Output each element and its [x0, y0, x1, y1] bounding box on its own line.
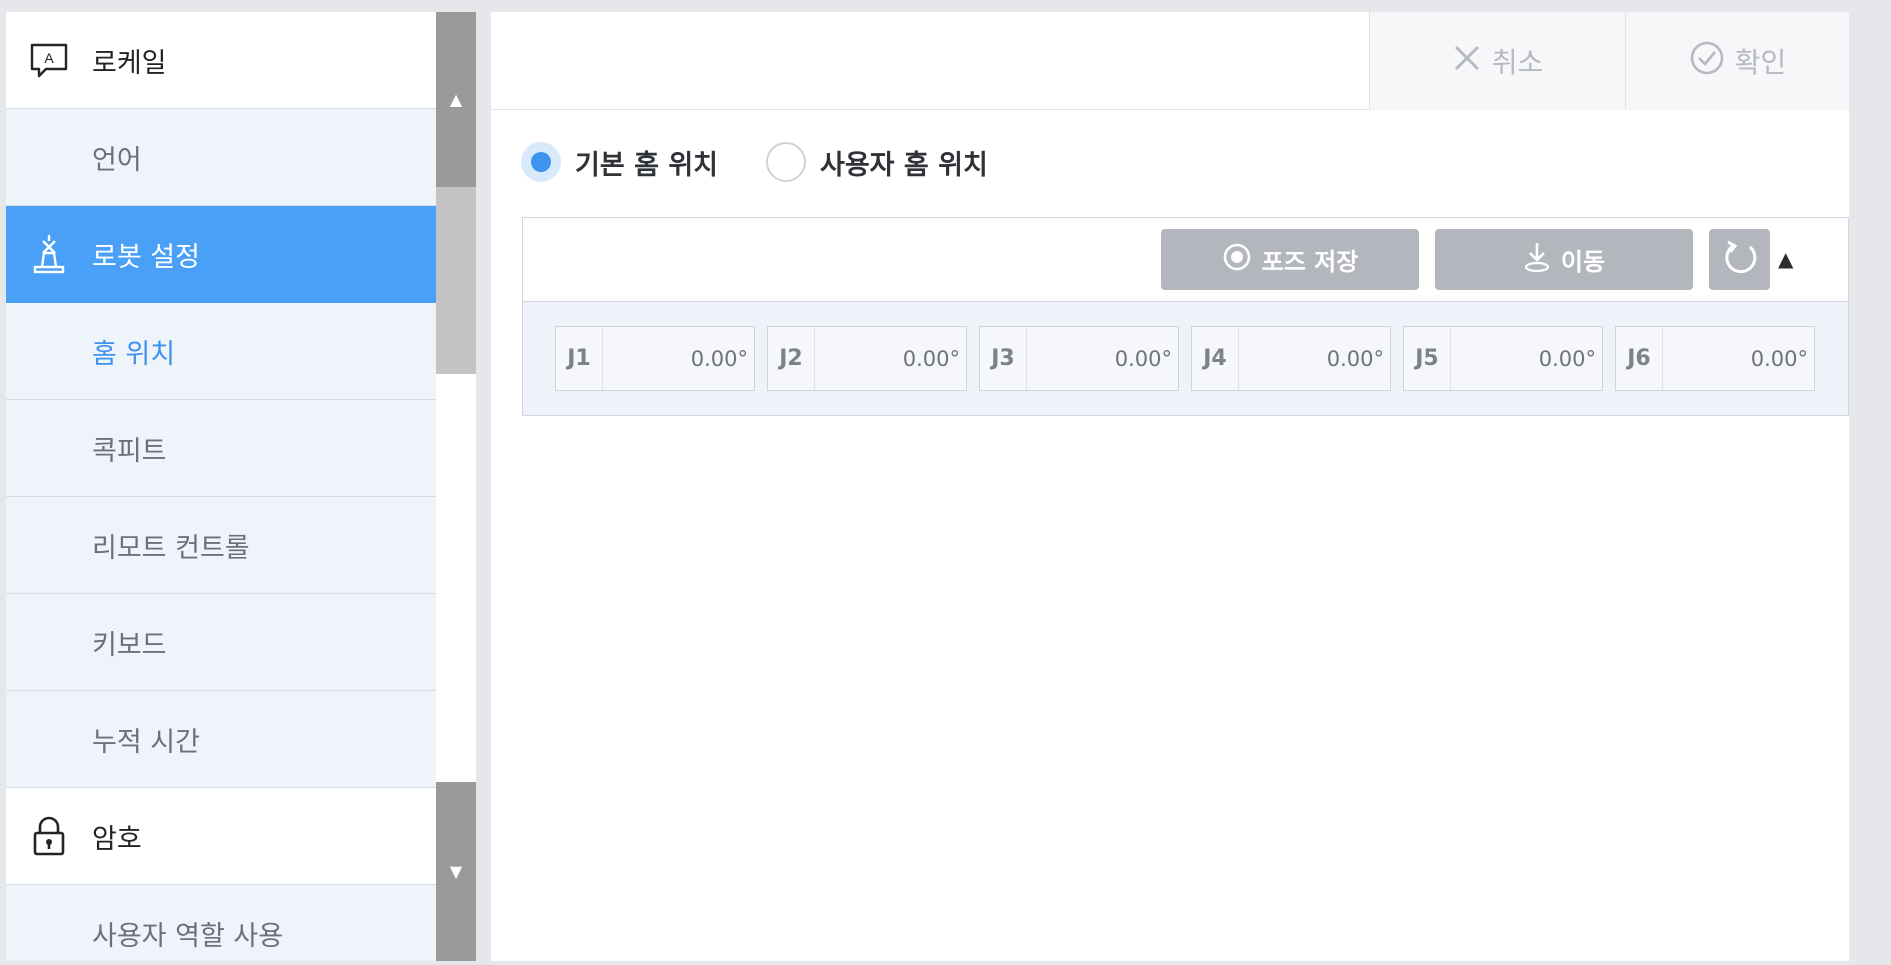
- sidebar-item-robot-settings[interactable]: 로봇 설정: [6, 206, 436, 303]
- joint-value: 0.00°: [1114, 346, 1172, 371]
- joint-field-j4: J4 0.00°: [1191, 326, 1391, 391]
- move-label: 이동: [1560, 248, 1606, 276]
- sidebar-item-label: 누적 시간: [92, 726, 200, 758]
- pose-panel: 포즈 저장 이동 ▲ J1 0.00° J2 0.00° J3 0.00° J4…: [522, 217, 1849, 416]
- scroll-up-button[interactable]: ▲: [436, 12, 476, 187]
- pose-toolbar: 포즈 저장 이동 ▲: [523, 218, 1848, 302]
- home-position-panel: 취소 확인 기본 홈 위치 사용자 홈 위치 포즈 저장 이동 ▲ J1 0.0…: [491, 12, 1849, 961]
- refresh-button[interactable]: [1709, 229, 1770, 290]
- sidebar-scrollbar[interactable]: ▲ ▼: [436, 12, 476, 961]
- radio-user-home[interactable]: 사용자 홈 위치: [766, 142, 988, 182]
- radio-selected-icon: [521, 142, 561, 182]
- refresh-icon: [1720, 237, 1760, 283]
- save-pose-button[interactable]: 포즈 저장: [1161, 229, 1419, 290]
- sidebar-item-label: 로봇 설정: [92, 241, 200, 273]
- check-circle-icon: [1689, 40, 1725, 83]
- sidebar-item-label: 키보드: [92, 629, 167, 661]
- sidebar-item-label: 언어: [92, 144, 142, 176]
- action-bar: 취소 확인: [491, 12, 1849, 110]
- joint-value: 0.00°: [902, 346, 960, 371]
- radio-unselected-icon: [766, 142, 806, 182]
- sidebar-item-keyboard[interactable]: 키보드: [6, 594, 436, 691]
- download-icon: [1523, 241, 1551, 279]
- sidebar-item-label: 콕피트: [92, 435, 167, 467]
- sidebar-item-label: 암호: [92, 823, 142, 855]
- scroll-down-button[interactable]: ▼: [436, 782, 476, 961]
- save-pose-label: 포즈 저장: [1261, 248, 1359, 276]
- joint-value: 0.00°: [1538, 346, 1596, 371]
- sidebar-item-language[interactable]: 언어: [6, 109, 436, 206]
- sidebar-item-remote-control[interactable]: 리모트 컨트롤: [6, 497, 436, 594]
- joint-label: J6: [1616, 327, 1663, 390]
- sidebar-item-locale[interactable]: A 로케일: [6, 12, 436, 109]
- sidebar-item-accumulated-time[interactable]: 누적 시간: [6, 691, 436, 788]
- svg-text:A: A: [44, 50, 54, 66]
- caret-up-icon[interactable]: ▲: [1778, 247, 1793, 271]
- joint-value: 0.00°: [690, 346, 748, 371]
- scroll-thumb[interactable]: [436, 187, 476, 374]
- joint-label: J5: [1404, 327, 1451, 390]
- sidebar-item-label: 리모트 컨트롤: [92, 532, 250, 564]
- radio-label: 사용자 홈 위치: [820, 149, 988, 181]
- confirm-label: 확인: [1734, 46, 1787, 79]
- caret-down-icon: ▼: [449, 862, 463, 881]
- sidebar-item-label: 사용자 역할 사용: [92, 920, 284, 952]
- sidebar-item-user-roles[interactable]: 사용자 역할 사용: [6, 885, 436, 961]
- caret-up-icon: ▲: [449, 90, 463, 109]
- home-position-options: 기본 홈 위치 사용자 홈 위치: [521, 142, 1036, 182]
- joint-field-j3: J3 0.00°: [979, 326, 1179, 391]
- joint-field-j2: J2 0.00°: [767, 326, 967, 391]
- joint-field-j6: J6 0.00°: [1615, 326, 1815, 391]
- radio-label: 기본 홈 위치: [575, 149, 718, 181]
- settings-menu: A 로케일 언어 로봇 설정 홈 위치 콕피트 리모트 컨트롤 키보드 누적 시…: [6, 12, 436, 961]
- settings-sidebar: A 로케일 언어 로봇 설정 홈 위치 콕피트 리모트 컨트롤 키보드 누적 시…: [6, 12, 476, 961]
- close-icon: [1452, 43, 1482, 80]
- record-icon: [1222, 242, 1252, 278]
- joint-field-j1: J1 0.00°: [555, 326, 755, 391]
- sidebar-item-label: 로케일: [92, 47, 167, 79]
- robot-icon: [28, 233, 70, 275]
- joint-label: J1: [556, 327, 603, 390]
- confirm-button[interactable]: 확인: [1625, 12, 1849, 110]
- radio-default-home[interactable]: 기본 홈 위치: [521, 142, 718, 182]
- joint-field-j5: J5 0.00°: [1403, 326, 1603, 391]
- sidebar-item-label: 홈 위치: [92, 338, 176, 370]
- joint-values: J1 0.00° J2 0.00° J3 0.00° J4 0.00° J5 0…: [555, 326, 1815, 391]
- joint-label: J3: [980, 327, 1027, 390]
- joint-label: J4: [1192, 327, 1239, 390]
- lock-icon: [28, 815, 70, 857]
- locale-icon: A: [28, 39, 70, 81]
- move-button[interactable]: 이동: [1435, 229, 1693, 290]
- cancel-button[interactable]: 취소: [1369, 12, 1625, 110]
- sidebar-item-home-position[interactable]: 홈 위치: [6, 303, 436, 400]
- joint-value: 0.00°: [1750, 346, 1808, 371]
- sidebar-item-cockpit[interactable]: 콕피트: [6, 400, 436, 497]
- joint-label: J2: [768, 327, 815, 390]
- joint-value: 0.00°: [1326, 346, 1384, 371]
- sidebar-item-password[interactable]: 암호: [6, 788, 436, 885]
- cancel-label: 취소: [1491, 46, 1544, 79]
